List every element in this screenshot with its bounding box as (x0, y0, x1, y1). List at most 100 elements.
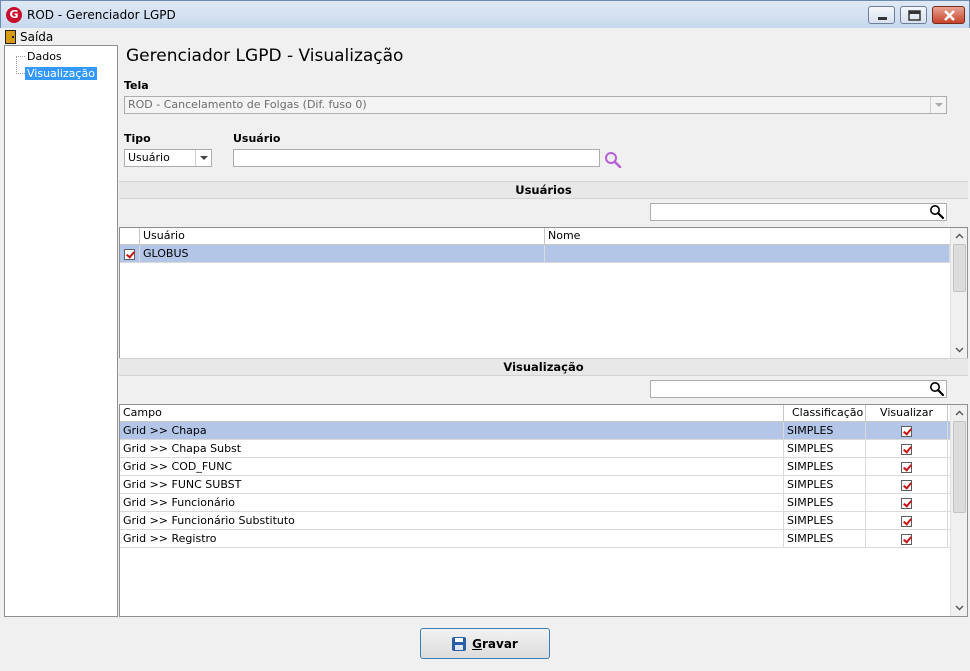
user-label: Usuário (233, 132, 281, 145)
close-icon (944, 10, 955, 21)
classification-cell: SIMPLES (784, 530, 866, 547)
view-section-header: Visualização (119, 358, 968, 376)
field-cell: Grid >> COD_FUNC (120, 458, 784, 475)
table-row[interactable]: Grid >> Funcionário SIMPLES (120, 494, 950, 512)
visible-cell (866, 458, 948, 475)
menu-exit[interactable]: Saída (5, 28, 53, 46)
navigation-tree: Dados Visualização (4, 45, 118, 617)
search-icon[interactable] (929, 381, 945, 397)
user-cell: GLOBUS (140, 245, 545, 262)
column-header-select (120, 228, 140, 245)
table-row[interactable]: GLOBUS (120, 245, 950, 263)
field-cell: Grid >> FUNC SUBST (120, 476, 784, 493)
classification-cell: SIMPLES (784, 476, 866, 493)
visible-checkbox[interactable] (901, 497, 912, 509)
table-row[interactable]: Grid >> Chapa SIMPLES (120, 422, 950, 440)
field-cell: Grid >> Funcionário (120, 494, 784, 511)
view-grid-header: Campo Classificação Visualizar (120, 405, 950, 422)
classification-cell: SIMPLES (784, 422, 866, 439)
users-grid-header: Usuário Nome (120, 228, 950, 245)
column-header-classification[interactable]: Classificação (784, 405, 866, 422)
menu-exit-label: Saída (20, 30, 54, 44)
type-select[interactable]: Usuário (124, 149, 212, 167)
name-cell (545, 245, 950, 262)
tree-item-visualizacao[interactable]: Visualização (25, 67, 97, 80)
tree-item-dados[interactable]: Dados (25, 50, 64, 63)
column-header-field[interactable]: Campo (120, 405, 784, 422)
field-cell: Grid >> Chapa (120, 422, 784, 439)
scroll-down-icon[interactable] (955, 345, 964, 354)
visible-cell (866, 422, 948, 439)
visible-checkbox[interactable] (901, 443, 912, 455)
column-header-visible[interactable]: Visualizar (866, 405, 948, 422)
scroll-down-icon[interactable] (955, 603, 964, 612)
type-select-value: Usuário (128, 151, 170, 164)
row-checkbox-cell (120, 245, 140, 262)
users-grid: Usuário Nome GLOBUS (119, 227, 968, 359)
scrollbar-thumb[interactable] (953, 421, 966, 513)
visible-cell (866, 530, 948, 547)
visible-checkbox[interactable] (901, 533, 912, 545)
visible-checkbox[interactable] (901, 479, 912, 491)
search-icon[interactable] (604, 151, 622, 168)
minimize-icon (878, 17, 887, 20)
column-header-name[interactable]: Nome (545, 228, 950, 245)
tree-connector (16, 73, 25, 74)
chevron-down-icon (930, 97, 946, 113)
minimize-button[interactable] (868, 6, 895, 24)
row-checkbox[interactable] (124, 248, 135, 260)
view-grid-scrollbar[interactable] (950, 405, 967, 616)
visible-cell (866, 476, 948, 493)
field-cell: Grid >> Funcionário Substituto (120, 512, 784, 529)
visible-checkbox[interactable] (901, 461, 912, 473)
close-button[interactable] (932, 6, 965, 24)
scroll-up-icon[interactable] (955, 232, 964, 241)
classification-cell: SIMPLES (784, 494, 866, 511)
table-row[interactable]: Grid >> Registro SIMPLES (120, 530, 950, 548)
type-label: Tipo (124, 132, 151, 145)
table-row[interactable]: Grid >> Funcionário Substituto SIMPLES (120, 512, 950, 530)
chevron-down-icon (195, 150, 211, 166)
classification-cell: SIMPLES (784, 440, 866, 457)
users-grid-scrollbar[interactable] (950, 228, 967, 358)
visible-cell (866, 494, 948, 511)
save-button-mnemonic: G (472, 636, 482, 651)
scroll-up-icon[interactable] (955, 409, 964, 418)
visible-checkbox[interactable] (901, 515, 912, 527)
save-button[interactable]: Gravar (420, 628, 550, 659)
table-row[interactable]: Grid >> FUNC SUBST SIMPLES (120, 476, 950, 494)
visible-cell (866, 512, 948, 529)
floppy-disk-icon (452, 636, 467, 651)
door-icon (5, 30, 16, 44)
screen-select-value: ROD - Cancelamento de Folgas (Dif. fuso … (128, 98, 367, 111)
classification-cell: SIMPLES (784, 512, 866, 529)
save-button-label-rest: ravar (482, 636, 518, 651)
tree-connector (16, 56, 17, 74)
view-search-input[interactable] (650, 380, 947, 398)
save-button-label: Gravar (472, 637, 518, 651)
maximize-button[interactable] (900, 6, 927, 24)
table-row[interactable]: Grid >> COD_FUNC SIMPLES (120, 458, 950, 476)
view-grid: Campo Classificação Visualizar Grid >> C… (119, 404, 968, 617)
search-icon[interactable] (929, 204, 945, 220)
column-header-user[interactable]: Usuário (140, 228, 545, 245)
app-logo-icon: G (6, 7, 22, 23)
users-section-header: Usuários (119, 181, 968, 199)
user-input[interactable] (233, 149, 600, 167)
visible-cell (866, 440, 948, 457)
maximize-icon (908, 10, 921, 21)
screen-select[interactable]: ROD - Cancelamento de Folgas (Dif. fuso … (124, 96, 947, 114)
window-title: ROD - Gerenciador LGPD (27, 8, 176, 22)
classification-cell: SIMPLES (784, 458, 866, 475)
table-row[interactable]: Grid >> Chapa Subst SIMPLES (120, 440, 950, 458)
field-cell: Grid >> Registro (120, 530, 784, 547)
screen-label: Tela (124, 79, 149, 92)
tree-connector (16, 56, 25, 57)
scrollbar-thumb[interactable] (953, 244, 966, 292)
page-title: Gerenciador LGPD - Visualização (126, 46, 404, 66)
field-cell: Grid >> Chapa Subst (120, 440, 784, 457)
users-search-input[interactable] (650, 203, 947, 221)
menu-bar: Saída (1, 28, 969, 46)
visible-checkbox[interactable] (901, 425, 912, 437)
title-bar: G ROD - Gerenciador LGPD (0, 0, 970, 28)
